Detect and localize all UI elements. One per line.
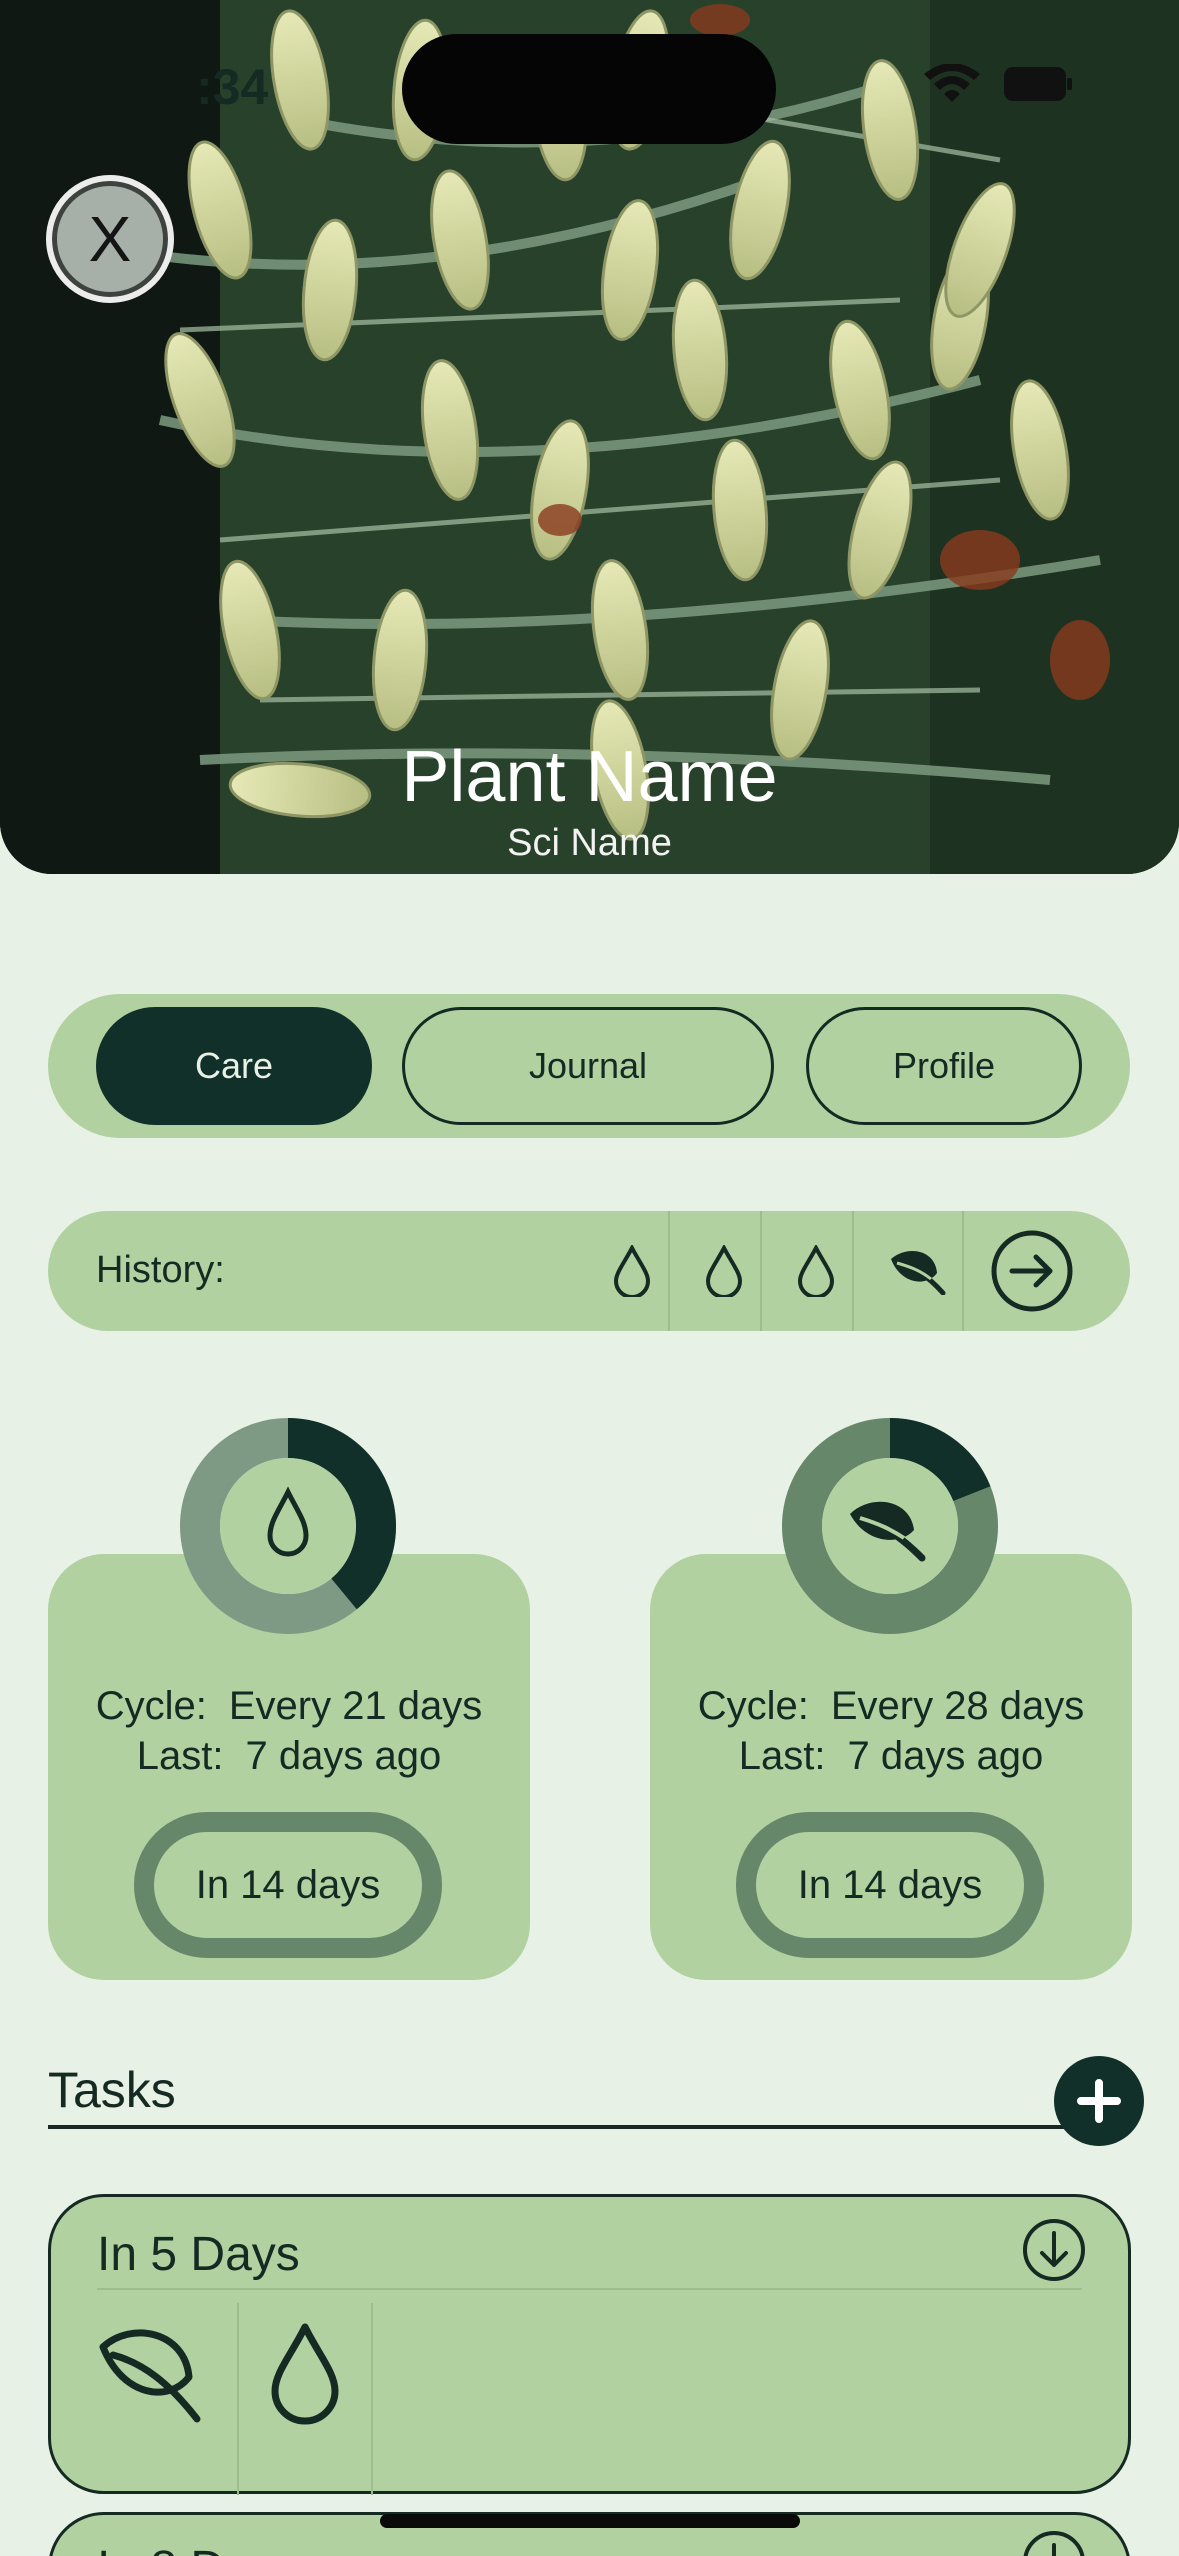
segmented-tabs: Care Journal Profile <box>48 994 1130 1138</box>
divider <box>371 2303 373 2495</box>
task-group-heading: In 5 Days <box>97 2228 300 2281</box>
water-cycle: Cycle: Every 21 days <box>48 1684 530 1729</box>
divider <box>852 1211 854 1331</box>
fertilize-progress-ring <box>782 1418 998 1634</box>
history-item-water[interactable] <box>678 1211 770 1331</box>
wifi-icon <box>924 64 980 102</box>
leaf-icon <box>891 1250 946 1295</box>
leaf-icon <box>99 2329 201 2423</box>
dynamic-island <box>402 34 776 144</box>
home-indicator[interactable] <box>380 2514 800 2528</box>
tab-care-label: Care <box>194 1045 274 1086</box>
task-item-water[interactable] <box>267 2321 343 2430</box>
history-item-water[interactable] <box>770 1211 862 1331</box>
history-item-water[interactable] <box>586 1211 678 1331</box>
status-time: :34 <box>196 59 269 115</box>
fertilize-cycle: Cycle: Every 28 days <box>650 1684 1132 1729</box>
fertilize-due-button[interactable]: In 14 days <box>736 1812 1044 1958</box>
care-history-bar: History: <box>48 1211 1130 1331</box>
last-value: 7 days ago <box>847 1734 1044 1778</box>
due-label: In 14 days <box>195 1862 381 1907</box>
plant-name: Plant Name <box>401 737 778 817</box>
last-value: 7 days ago <box>245 1734 442 1778</box>
arrow-right-circle-icon <box>991 1230 1073 1312</box>
water-last: Last: 7 days ago <box>48 1734 530 1779</box>
tab-journal[interactable]: Journal <box>402 1007 774 1125</box>
status-icons <box>924 64 1072 104</box>
plant-hero-image: :34 X Plant Name Sci Name <box>0 0 1179 874</box>
history-label: History: <box>96 1249 225 1291</box>
task-group-divider <box>97 2288 1082 2290</box>
divider <box>668 1211 670 1331</box>
arrow-down-circle-icon[interactable] <box>1021 2529 1087 2556</box>
water-progress-ring <box>180 1418 396 1634</box>
last-label: Last: <box>136 1734 224 1778</box>
cycle-value: Every 21 days <box>228 1684 483 1728</box>
close-label: X <box>88 203 132 275</box>
due-label: In 14 days <box>797 1862 983 1907</box>
scientific-name: Sci Name <box>507 822 672 864</box>
water-due-button[interactable]: In 14 days <box>134 1812 442 1958</box>
divider <box>760 1211 762 1331</box>
tab-profile[interactable]: Profile <box>806 1007 1082 1125</box>
tab-journal-label: Journal <box>528 1045 648 1086</box>
tab-care[interactable]: Care <box>96 1007 372 1125</box>
task-group-heading: In 8 Days <box>97 2541 300 2556</box>
water-drop-icon <box>797 1245 835 1297</box>
fertilize-last: Last: 7 days ago <box>650 1734 1132 1779</box>
history-more-button[interactable] <box>972 1211 1092 1331</box>
task-group-card[interactable]: In 5 Days <box>48 2194 1131 2495</box>
divider <box>237 2303 239 2495</box>
arrow-down-circle-icon[interactable] <box>1021 2217 1087 2283</box>
close-button[interactable]: X <box>46 175 174 303</box>
water-drop-icon <box>705 1245 743 1297</box>
cycle-label: Cycle: <box>697 1684 809 1728</box>
task-item-fertilize[interactable] <box>97 2325 207 2430</box>
water-drop-icon <box>271 2323 339 2425</box>
battery-icon <box>1004 67 1072 101</box>
tasks-divider <box>48 2125 1078 2129</box>
water-drop-icon <box>613 1245 651 1297</box>
history-item-fertilize[interactable] <box>862 1211 972 1331</box>
last-label: Last: <box>738 1734 826 1778</box>
tab-profile-label: Profile <box>892 1045 996 1086</box>
plus-icon <box>1077 2079 1121 2123</box>
cycle-label: Cycle: <box>95 1684 207 1728</box>
tasks-title: Tasks <box>48 2062 176 2118</box>
cycle-value: Every 28 days <box>830 1684 1085 1728</box>
divider <box>962 1211 964 1331</box>
add-task-button[interactable] <box>1054 2056 1144 2146</box>
